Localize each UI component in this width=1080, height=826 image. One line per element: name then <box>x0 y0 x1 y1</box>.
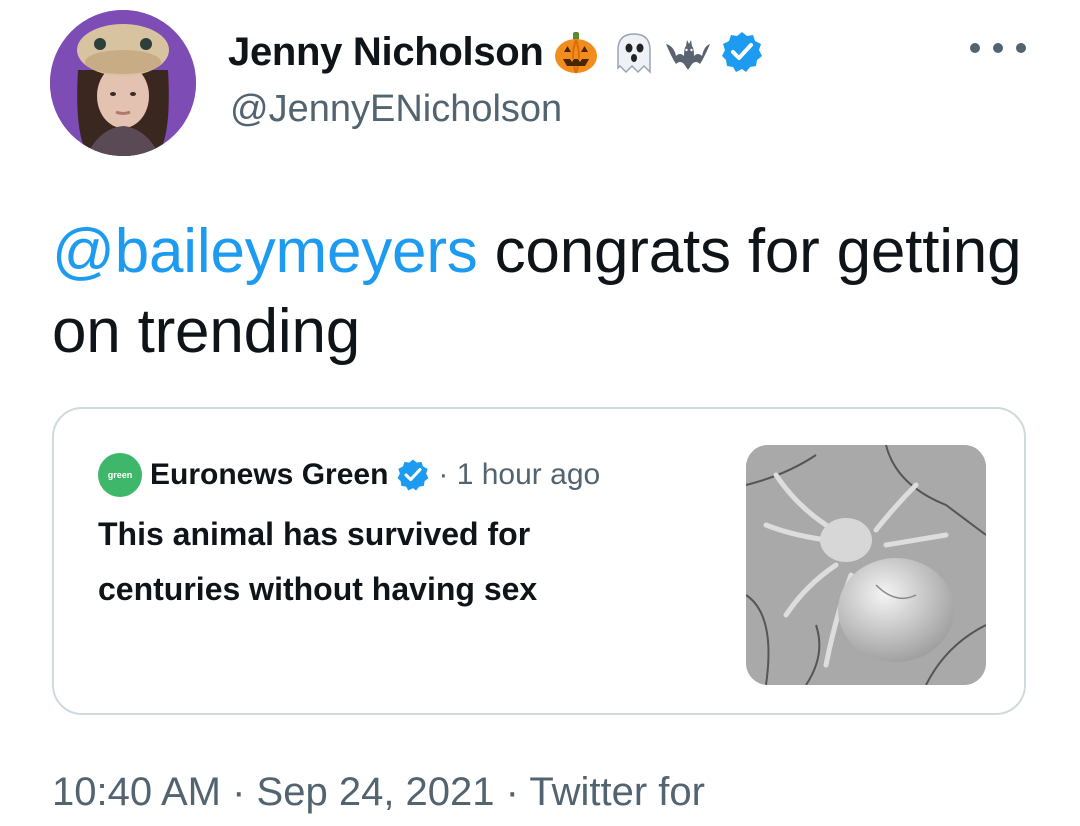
author-display-name[interactable]: Jenny Nicholson <box>228 30 544 75</box>
author-handle[interactable]: @JennyENicholson <box>230 88 562 131</box>
quoted-tweet-header: green Euronews Green · 1 hour ago <box>98 453 600 497</box>
more-options-icon[interactable] <box>970 38 1026 58</box>
mite-micrograph-image[interactable] <box>746 445 986 685</box>
avatar[interactable] <box>50 10 196 156</box>
verified-badge-icon <box>720 30 764 74</box>
tweet-text: @baileymeyers congrats for getting on tr… <box>52 212 1032 372</box>
verified-badge-icon <box>396 458 430 492</box>
quoted-tweet-card[interactable]: green Euronews Green · 1 hour ago This a… <box>52 407 1026 715</box>
author-name-row: Jenny Nicholson <box>228 22 764 82</box>
euronews-green-logo[interactable]: green <box>98 453 142 497</box>
ghost-emoji-icon <box>608 28 656 76</box>
tweet-meta[interactable]: 10:40 AM · Sep 24, 2021 · Twitter for <box>52 770 705 815</box>
bat-emoji-icon <box>664 28 712 76</box>
quoted-source-name[interactable]: Euronews Green <box>150 458 388 492</box>
quoted-timestamp[interactable]: · 1 hour ago <box>438 458 600 492</box>
logo-text: green <box>107 469 133 480</box>
quoted-headline: This animal has survived for centuries w… <box>98 516 538 607</box>
pumpkin-emoji-icon <box>552 28 600 76</box>
mention-link[interactable]: @baileymeyers <box>52 217 478 286</box>
